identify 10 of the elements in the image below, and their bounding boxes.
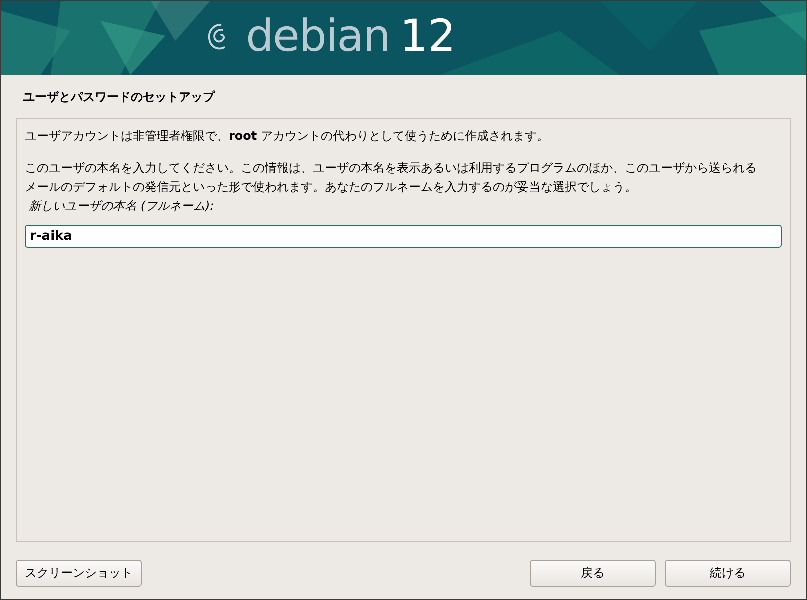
version-number: 12 [400, 11, 456, 63]
continue-button[interactable]: 続ける [665, 560, 791, 587]
input-field[interactable]: r-aika [25, 225, 782, 248]
back-button[interactable]: 戻る [530, 560, 656, 587]
field-label: 新しいユーザの本名 (フルネーム): [29, 198, 216, 215]
page-title: ユーザとパスワードのセットアップ [22, 89, 216, 106]
brand-name: debian [246, 11, 390, 63]
description-text: このユーザの本名を入力してください。この情報は、ユーザの本名を表示あるいは利用するプログラムのほか、このユーザから送られるメールのデフォルトの発信元といった形で使われます。あなたのフルネームを入力するのが妥当な選択でしょう。 [25, 160, 758, 196]
screenshot-button[interactable]: スクリーンショット [16, 560, 142, 587]
description-text: ユーザアカウントは非管理者権限で、root アカウントの代わりとして使うために作成されます。 [25, 128, 550, 145]
